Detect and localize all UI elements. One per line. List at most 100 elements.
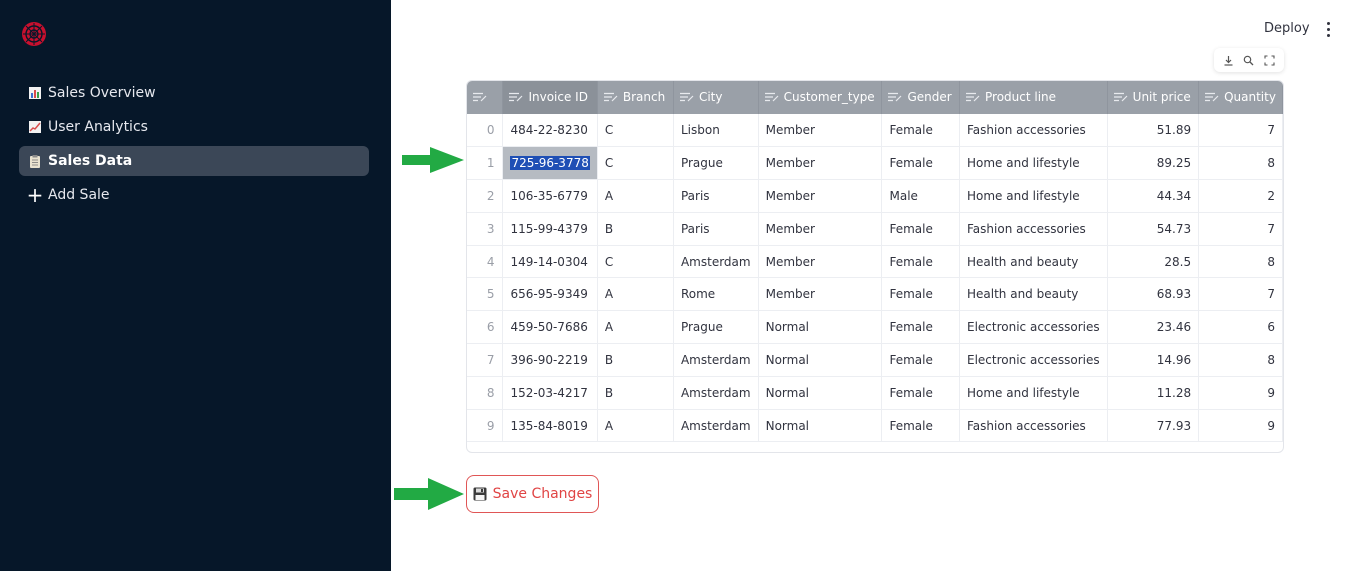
table-cell[interactable]: Amsterdam <box>673 376 759 410</box>
table-cell[interactable]: B <box>597 376 674 410</box>
table-cell[interactable]: 656-95-9349 <box>502 277 598 312</box>
main-menu-icon[interactable] <box>1320 19 1336 39</box>
table-cell[interactable]: 9 <box>1198 376 1283 410</box>
table-cell[interactable]: Health and beauty <box>959 245 1108 279</box>
table-cell[interactable]: Home and lifestyle <box>959 376 1108 410</box>
table-cell[interactable]: Amsterdam <box>673 343 759 377</box>
column-header-product-line[interactable]: Product line <box>959 81 1108 114</box>
table-cell[interactable]: 11.28 <box>1107 376 1200 410</box>
table-cell[interactable]: 396-90-2219 <box>502 343 598 377</box>
table-cell[interactable]: 28.5 <box>1107 245 1200 279</box>
column-header-quantity[interactable]: Quantity <box>1198 81 1283 114</box>
table-cell[interactable]: Paris <box>673 179 759 213</box>
table-cell[interactable]: 8 <box>1198 146 1283 181</box>
table-cell[interactable]: 484-22-8230 <box>502 114 598 148</box>
table-cell[interactable]: 51.89 <box>1107 114 1200 148</box>
table-cell[interactable]: C <box>597 245 674 279</box>
sidebar-item-sales-data[interactable]: Sales Data <box>19 146 369 176</box>
table-cell[interactable]: Fashion accessories <box>959 409 1108 443</box>
table-cell[interactable]: Normal <box>758 310 883 345</box>
sidebar-item-sales-overview[interactable]: Sales Overview <box>19 78 369 108</box>
table-cell[interactable]: Normal <box>758 409 883 443</box>
table-cell[interactable]: Member <box>758 146 883 181</box>
table-cell[interactable]: 115-99-4379 <box>502 212 598 246</box>
download-icon[interactable] <box>1220 52 1236 68</box>
table-cell[interactable]: Male <box>881 179 960 213</box>
column-header-gender[interactable]: Gender <box>881 81 960 114</box>
table-cell[interactable]: B <box>597 343 674 377</box>
table-cell[interactable]: 9 <box>1198 409 1283 443</box>
table-cell[interactable]: Member <box>758 245 883 279</box>
data-editor-table[interactable]: Invoice ID Branch City Customer_type Gender P… <box>466 80 1284 453</box>
table-cell[interactable]: Member <box>758 212 883 246</box>
table-cell[interactable]: 14.96 <box>1107 343 1200 377</box>
table-cell[interactable]: Electronic accessories <box>959 343 1108 377</box>
table-cell[interactable]: A <box>597 310 674 345</box>
column-header-branch[interactable]: Branch <box>597 81 674 114</box>
table-cell[interactable]: 7 <box>1198 114 1283 148</box>
table-cell[interactable]: 89.25 <box>1107 146 1200 181</box>
table-cell[interactable]: A <box>597 409 674 443</box>
table-cell[interactable]: Female <box>881 114 960 148</box>
table-cell[interactable]: Normal <box>758 343 883 377</box>
column-header-customer-type[interactable]: Customer_type <box>758 81 883 114</box>
app-logo-icon[interactable] <box>21 21 47 47</box>
column-header-unit-price[interactable]: Unit price <box>1107 81 1200 114</box>
table-cell[interactable]: 7 <box>1198 277 1283 312</box>
table-cell[interactable]: Electronic accessories <box>959 310 1108 345</box>
column-header-index[interactable] <box>467 81 504 114</box>
table-cell[interactable]: 6 <box>1198 310 1283 345</box>
table-cell[interactable]: 152-03-4217 <box>502 376 598 410</box>
table-cell[interactable]: 23.46 <box>1107 310 1200 345</box>
table-cell[interactable]: 44.34 <box>1107 179 1200 213</box>
table-cell[interactable]: Prague <box>673 310 759 345</box>
table-cell[interactable]: A <box>597 179 674 213</box>
table-cell[interactable]: Female <box>881 409 960 443</box>
table-cell[interactable]: Female <box>881 212 960 246</box>
table-cell[interactable]: Member <box>758 277 883 312</box>
table-cell[interactable]: Female <box>881 343 960 377</box>
table-cell[interactable]: Home and lifestyle <box>959 146 1108 181</box>
deploy-button[interactable]: Deploy <box>1258 19 1316 38</box>
table-cell[interactable]: Female <box>881 277 960 312</box>
table-cell[interactable]: 149-14-0304 <box>502 245 598 279</box>
table-cell[interactable]: Female <box>881 376 960 410</box>
table-cell[interactable]: Fashion accessories <box>959 212 1108 246</box>
table-cell[interactable]: 68.93 <box>1107 277 1200 312</box>
table-cell[interactable]: Paris <box>673 212 759 246</box>
table-cell[interactable]: A <box>597 277 674 312</box>
table-cell[interactable]: 8 <box>1198 245 1283 279</box>
table-cell[interactable]: Female <box>881 146 960 181</box>
table-cell[interactable]: Member <box>758 179 883 213</box>
table-cell[interactable]: 459-50-7686 <box>502 310 598 345</box>
sidebar-item-user-analytics[interactable]: User Analytics <box>19 112 369 142</box>
table-cell[interactable]: C <box>597 114 674 148</box>
table-cell[interactable]: 54.73 <box>1107 212 1200 246</box>
table-cell[interactable]: Home and lifestyle <box>959 179 1108 213</box>
table-cell[interactable]: 77.93 <box>1107 409 1200 443</box>
table-cell[interactable]: Fashion accessories <box>959 114 1108 148</box>
table-cell[interactable]: 7 <box>1198 212 1283 246</box>
table-cell[interactable]: B <box>597 212 674 246</box>
selected-cell-text[interactable]: 725-96-3778 <box>510 156 590 171</box>
table-cell[interactable]: Normal <box>758 376 883 410</box>
table-cell[interactable]: Female <box>881 310 960 345</box>
table-cell[interactable]: 2 <box>1198 179 1283 213</box>
column-header-invoice-id[interactable]: Invoice ID <box>502 81 598 114</box>
sidebar-item-add-sale[interactable]: + Add Sale <box>19 180 369 210</box>
table-cell[interactable]: Amsterdam <box>673 245 759 279</box>
table-cell[interactable]: Rome <box>673 277 759 312</box>
table-cell[interactable]: Female <box>881 245 960 279</box>
table-cell[interactable]: Lisbon <box>673 114 759 148</box>
table-cell[interactable]: Health and beauty <box>959 277 1108 312</box>
table-cell[interactable]: Prague <box>673 146 759 181</box>
fullscreen-icon[interactable] <box>1262 52 1278 68</box>
table-cell[interactable]: 106-35-6779 <box>502 179 598 213</box>
table-cell[interactable]: 8 <box>1198 343 1283 377</box>
table-cell[interactable]: Member <box>758 114 883 148</box>
selected-cell[interactable]: 725-96-3778 <box>502 146 598 181</box>
search-icon[interactable] <box>1241 52 1257 68</box>
column-header-city[interactable]: City <box>673 81 759 114</box>
save-changes-button[interactable]: Save Changes <box>466 475 599 513</box>
table-cell[interactable]: Amsterdam <box>673 409 759 443</box>
